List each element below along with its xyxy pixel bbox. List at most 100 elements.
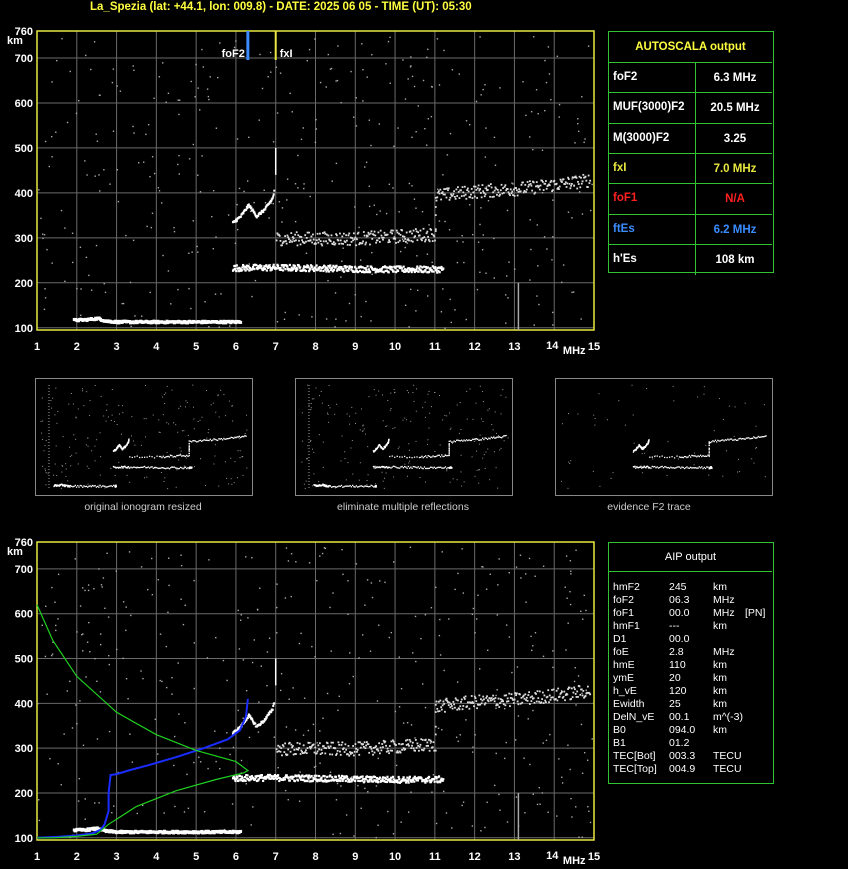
noise-dot (219, 747, 221, 749)
thumb-noise (673, 400, 675, 402)
aip-unit: MHz (713, 646, 735, 658)
noise-dot (312, 723, 315, 726)
thumb-noise (487, 409, 489, 411)
noise-dot (292, 687, 294, 689)
thumb-trace (703, 466, 705, 469)
thumb-trace (497, 436, 499, 438)
thumb-noise (349, 423, 351, 425)
thumb-trace (664, 456, 666, 459)
trace-dot (562, 695, 565, 698)
thumb-noise (444, 414, 446, 416)
trace-dot (532, 697, 535, 700)
noise-dot (479, 668, 481, 670)
noise-dot (319, 730, 321, 732)
noise-dot (455, 736, 458, 738)
thumb-trace (146, 456, 148, 458)
thumb-noise (361, 430, 363, 432)
trace-dot (460, 700, 462, 703)
thumb-trace (722, 439, 724, 441)
thumb-trace (650, 467, 652, 469)
thumb-noise (94, 384, 96, 386)
noise-dot (575, 704, 577, 706)
thumb-noise (126, 474, 128, 476)
trace-dot (313, 751, 316, 754)
noise-dot (168, 557, 170, 559)
noise-dot (435, 822, 438, 825)
trace-dot (509, 705, 511, 708)
noise-dot (231, 803, 234, 805)
thumb-trace (765, 435, 767, 437)
thumb-trace (239, 436, 242, 439)
noise-dot (564, 586, 566, 588)
noise-dot (276, 632, 278, 634)
trace-dot (427, 744, 430, 747)
trace-dot (388, 752, 390, 755)
thumb-noise (408, 392, 410, 394)
trace-dot (286, 753, 289, 756)
thumb-noise (52, 397, 54, 399)
noise-dot (352, 675, 354, 678)
trace-dot (479, 703, 482, 706)
thumb-trace (763, 436, 765, 438)
noise-dot (50, 654, 53, 657)
thumb-trace (446, 455, 448, 457)
trace-dot (397, 751, 400, 754)
noise-dot (345, 814, 348, 816)
thumb-trace (428, 455, 431, 457)
x-tick-label: 13 (508, 851, 520, 863)
autoscala-row-fof1: foF1 N/A (609, 183, 774, 215)
thumb-trace (416, 467, 418, 469)
autoscala-value: N/A (695, 184, 774, 215)
aip-value: 004.9 (669, 763, 696, 775)
noise-dot (581, 692, 583, 694)
noise-dot (497, 584, 499, 586)
thumb-noise (53, 474, 55, 476)
thumb-trace (753, 436, 755, 438)
thumb-trace (165, 467, 167, 470)
thumb-noise (177, 431, 179, 433)
noise-dot (369, 650, 372, 652)
thumb-noise (334, 487, 336, 489)
noise-dot (76, 631, 78, 633)
thumb-trace (100, 486, 102, 488)
noise-dot (511, 671, 513, 674)
noise-dot (398, 706, 401, 708)
trace-dot (467, 701, 470, 704)
thumb-trace (394, 465, 396, 468)
noise-dot (462, 801, 465, 803)
thumb-trace (682, 456, 684, 459)
thumb-trace (438, 466, 440, 469)
trace-dot (236, 776, 239, 779)
thumb-noise (75, 438, 77, 440)
noise-dot (349, 652, 351, 654)
noise-dot (515, 796, 518, 798)
thumb-noise (99, 432, 101, 434)
thumb-noise (484, 467, 486, 469)
trace-dot (472, 702, 475, 705)
thumb-trace (704, 467, 707, 470)
trace-dot (318, 748, 321, 751)
thumb-trace (106, 486, 109, 488)
thumb-trace (412, 465, 414, 468)
aip-row: DelN_vE 00.1 m^(-3) (613, 711, 771, 724)
noise-dot (284, 789, 287, 792)
trace-dot (502, 700, 504, 703)
trace-dot (437, 710, 439, 713)
noise-dot (82, 633, 84, 635)
thumb-trace (145, 467, 147, 469)
thumb-noise (428, 390, 430, 392)
noise-dot (115, 570, 118, 572)
thumb-noise (214, 444, 216, 446)
thumb-trace (706, 466, 708, 468)
trace-dot (515, 694, 517, 697)
thumb-trace (370, 484, 372, 486)
thumb-trace (491, 437, 494, 439)
noise-dot (329, 771, 332, 773)
thumb-trace (234, 436, 236, 438)
thumb-trace (198, 440, 200, 442)
trace-dot (373, 751, 376, 754)
noise-dot (487, 649, 489, 651)
thumb-noise (105, 420, 107, 422)
thumb-noise (737, 471, 739, 473)
thumb-noise (567, 487, 569, 489)
